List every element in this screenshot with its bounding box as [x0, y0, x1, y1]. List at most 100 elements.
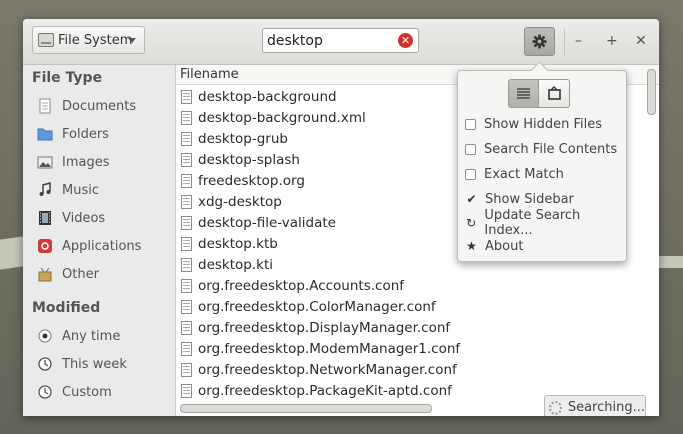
sidebar-item-label: This week — [62, 356, 127, 372]
sidebar-item-documents[interactable]: Documents — [37, 95, 136, 117]
clock-icon — [38, 385, 52, 399]
file-row[interactable]: org.freedesktop.Accounts.conf — [181, 275, 404, 296]
sidebar-item-label: Applications — [62, 238, 142, 254]
wallpaper-stripe — [0, 236, 23, 270]
list-view-button[interactable] — [508, 79, 539, 108]
file-icon — [181, 89, 192, 104]
applications-icon — [38, 239, 52, 253]
header-bar: File System ✕ – + ✕ — [23, 19, 659, 65]
file-name: desktop-splash — [198, 151, 300, 168]
file-row[interactable]: desktop-background.xml — [181, 107, 366, 128]
file-row[interactable]: org.freedesktop.NetworkManager.conf — [181, 359, 457, 380]
file-icon — [181, 341, 192, 356]
file-row[interactable]: desktop-background — [181, 86, 337, 107]
file-name: org.freedesktop.Accounts.conf — [198, 277, 405, 294]
sidebar-item-folders[interactable]: Folders — [37, 123, 109, 145]
menu-update-search-index[interactable]: ↻ Update Search Index... — [465, 208, 626, 238]
menu-exact-match[interactable]: Exact Match — [465, 164, 564, 184]
file-icon — [181, 383, 192, 398]
file-row[interactable]: org.freedesktop.ColorManager.conf — [181, 296, 436, 317]
file-icon — [181, 152, 192, 167]
menu-item-label: Update Search Index... — [484, 208, 581, 238]
clock-icon — [38, 357, 52, 371]
chevron-down-icon — [128, 38, 136, 43]
horizontal-scrollbar[interactable] — [180, 404, 432, 413]
refresh-icon: ↻ — [466, 216, 477, 230]
file-row[interactable]: xdg-desktop — [181, 191, 282, 212]
file-row[interactable]: desktop-grub — [181, 128, 288, 149]
checkbox-icon — [465, 168, 476, 180]
file-row[interactable]: org.freedesktop.PackageKit-aptd.conf — [181, 380, 452, 401]
file-name: desktop.ktb — [198, 235, 278, 252]
list-view-icon — [517, 88, 530, 99]
sidebar-item-applications[interactable]: Applications — [37, 235, 141, 257]
sidebar-item-images[interactable]: Images — [37, 151, 110, 173]
close-icon[interactable]: ✕ — [635, 33, 647, 49]
folder-icon — [37, 128, 53, 141]
file-icon — [181, 362, 192, 377]
sidebar-item-label: Other — [62, 266, 99, 282]
video-icon — [39, 211, 51, 225]
sidebar-item-music[interactable]: Music — [37, 179, 99, 201]
file-icon — [181, 215, 192, 230]
sidebar-item-this-week[interactable]: This week — [37, 353, 127, 375]
file-icon — [181, 110, 192, 125]
drive-icon — [38, 33, 54, 47]
file-name: desktop.kti — [198, 256, 274, 273]
sidebar: File Type Documents Folders Images Music… — [23, 65, 176, 416]
file-row[interactable]: desktop-splash — [181, 149, 300, 170]
file-icon — [181, 194, 192, 209]
file-name: org.freedesktop.ColorManager.conf — [198, 298, 436, 315]
radio-selected-icon — [38, 329, 52, 343]
checkbox-icon — [465, 143, 476, 155]
vertical-scrollbar[interactable] — [647, 69, 656, 115]
file-row[interactable]: org.freedesktop.DisplayManager.conf — [181, 317, 450, 338]
file-name: desktop-background.xml — [198, 109, 366, 126]
separator — [564, 29, 565, 55]
menu-search-file-contents[interactable]: Search File Contents — [465, 139, 617, 159]
sidebar-item-other[interactable]: Other — [37, 263, 99, 285]
file-icon — [181, 299, 192, 314]
menu-about[interactable]: ★ About — [465, 236, 523, 256]
search-input[interactable] — [263, 31, 394, 50]
sidebar-item-videos[interactable]: Videos — [37, 207, 105, 229]
sidebar-item-any-time[interactable]: Any time — [37, 325, 120, 347]
sidebar-item-label: Images — [62, 154, 110, 170]
file-icon — [181, 278, 192, 293]
sidebar-item-custom[interactable]: Custom — [37, 381, 112, 403]
file-icon — [181, 236, 192, 251]
menu-show-sidebar[interactable]: ✔ Show Sidebar — [465, 189, 573, 209]
menu-item-label: Show Hidden Files — [484, 116, 602, 132]
sidebar-item-label: Videos — [62, 210, 106, 226]
wallpaper-stripe — [659, 256, 683, 268]
clear-icon[interactable]: ✕ — [398, 33, 413, 48]
minimize-icon[interactable]: – — [575, 33, 582, 49]
settings-button[interactable] — [524, 27, 555, 56]
file-name: org.freedesktop.NetworkManager.conf — [198, 361, 457, 378]
other-icon — [38, 267, 52, 282]
sidebar-item-label: Any time — [62, 328, 121, 344]
menu-show-hidden-files[interactable]: Show Hidden Files — [465, 114, 602, 134]
filesystem-button[interactable]: File System — [32, 26, 145, 54]
sidebar-item-label: Custom — [62, 384, 112, 400]
file-icon — [181, 257, 192, 272]
file-name: desktop-file-validate — [198, 214, 336, 231]
star-icon: ★ — [466, 239, 477, 253]
sidebar-item-label: Folders — [62, 126, 109, 142]
file-name: xdg-desktop — [198, 193, 282, 210]
file-name: org.freedesktop.PackageKit-aptd.conf — [198, 382, 452, 399]
maximize-icon[interactable]: + — [606, 33, 618, 49]
menu-item-label: About — [485, 238, 524, 254]
file-row[interactable]: org.freedesktop.ModemManager1.conf — [181, 338, 460, 359]
file-icon — [181, 173, 192, 188]
file-row[interactable]: desktop.ktb — [181, 233, 278, 254]
thumbnail-view-button[interactable] — [539, 79, 570, 108]
file-icon — [181, 320, 192, 335]
view-toggle — [508, 79, 571, 108]
file-row[interactable]: desktop.kti — [181, 254, 273, 275]
status-text: Searching... — [567, 400, 645, 415]
file-row[interactable]: freedesktop.org — [181, 170, 305, 191]
file-row[interactable]: desktop-file-validate — [181, 212, 336, 233]
file-icon — [181, 131, 192, 146]
sidebar-item-label: Music — [62, 182, 99, 198]
